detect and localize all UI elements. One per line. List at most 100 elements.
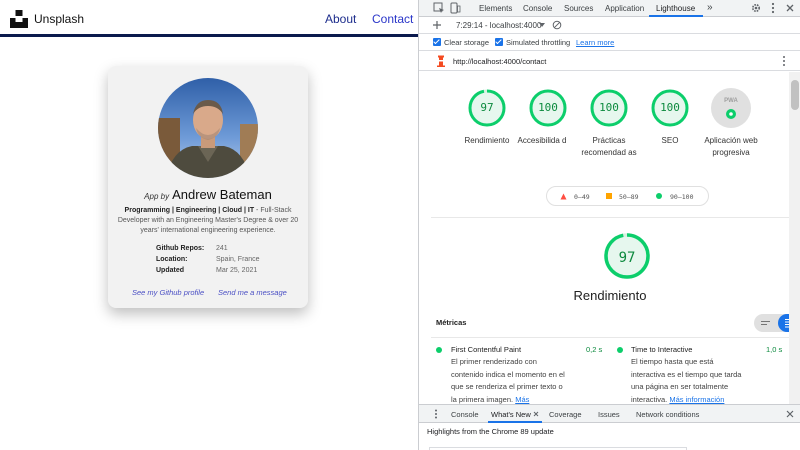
report-scrollbar[interactable] [789, 72, 800, 404]
expanded-view-button[interactable] [778, 314, 789, 332]
report-url-bar: http://localhost:4000/contact [419, 51, 800, 71]
desc-line: que se renderiza el primer texto o [451, 382, 563, 391]
score-value: 97 [480, 101, 494, 114]
lighthouse-toolbar: 7:29:14 - localhost:4000 [419, 17, 800, 34]
desc-line: El tiempo hasta que está [631, 357, 714, 366]
scrollbar-thumb[interactable] [791, 80, 799, 110]
learn-more-link[interactable]: Más [515, 395, 529, 404]
fail-triangle-icon [560, 193, 567, 200]
settings-gear-icon[interactable] [750, 2, 762, 14]
author-line: App by Andrew Bateman [108, 186, 308, 204]
tab-sources[interactable]: Sources [564, 4, 593, 13]
drawer-tabbar: Console What's New Coverage Issues Netwo… [419, 405, 800, 423]
nav-link-about[interactable]: About [325, 12, 356, 26]
average-square-icon [606, 193, 612, 199]
drawer-tab-issues[interactable]: Issues [598, 410, 620, 419]
stat-value: Mar 25, 2021 [216, 267, 258, 274]
nav-link-contact[interactable]: Contact [372, 12, 413, 26]
device-toolbar-icon[interactable] [449, 2, 461, 14]
whats-new-headline: Highlights from the Chrome 89 update [427, 427, 554, 436]
pwa-label: Aplicación web progresiva [704, 136, 758, 157]
desc-line: interactiva es el tiempo que tarda [631, 369, 742, 379]
compact-view-icon[interactable] [760, 319, 771, 327]
app-by-label: App by [144, 192, 170, 201]
score-gauge[interactable]: 100 [528, 88, 568, 128]
lighthouse-report: 97 Rendimiento 100 Accesibilida d 100 Pr… [431, 72, 789, 404]
metrics-view-toggle[interactable] [754, 314, 789, 332]
unsplash-logo-icon[interactable] [10, 10, 28, 28]
close-tab-icon[interactable] [533, 411, 539, 417]
tab-console[interactable]: Console [523, 4, 552, 13]
divider [431, 337, 789, 338]
send-message-link[interactable]: Send me a message [218, 288, 287, 297]
kebab-menu-icon[interactable] [767, 2, 779, 14]
desc-line: interactiva. Más información [631, 394, 786, 405]
throttling-label: Simulated throttling [506, 38, 571, 47]
stats-list: Github Repos: 241 Location: Spain, Franc… [156, 243, 296, 276]
divider [431, 217, 789, 218]
legend-pass-range: 90–100 [670, 193, 694, 201]
bio-headline: Programming | Engineering | Cloud | IT [124, 207, 255, 214]
performance-title: Rendimiento [573, 288, 647, 303]
github-profile-link[interactable]: See my Github profile [132, 288, 204, 297]
learn-more-link[interactable]: Más información [669, 395, 724, 404]
throttling-checkbox[interactable] [495, 38, 503, 46]
report-session-select[interactable]: 7:29:14 - localhost:4000 [456, 21, 541, 30]
performance-score: 97 [618, 250, 636, 266]
score-gauge[interactable]: 97 [467, 88, 507, 128]
legend-fail-range: 0–49 [574, 193, 590, 201]
pwa-badge-text: PWA [724, 98, 738, 104]
report-url[interactable]: http://localhost:4000/contact [453, 57, 546, 66]
author-bio: Programming | Engineering | Cloud | IT -… [116, 206, 300, 236]
learn-more-link[interactable]: Learn more [576, 38, 614, 47]
author-name: Andrew Bateman [172, 187, 272, 202]
score-value: 100 [660, 101, 680, 114]
legend-average-range: 50–89 [619, 193, 639, 201]
lighthouse-options: Clear storage Simulated throttling Learn… [419, 34, 800, 51]
metric-value: 0,2 s [586, 345, 603, 354]
score-value: 100 [599, 101, 619, 114]
score-gauge[interactable]: 100 [589, 88, 629, 128]
desc-line: El primer renderizado con [451, 357, 537, 366]
more-tabs-icon[interactable]: » [707, 2, 713, 13]
drawer-tab-coverage[interactable]: Coverage [549, 410, 582, 419]
drawer-tab-whats-new[interactable]: What's New [491, 410, 531, 419]
desc-text: interactiva. [631, 394, 668, 404]
pass-circle-icon [656, 193, 662, 199]
score-gauge[interactable]: 100 [650, 88, 690, 128]
profile-card: App by Andrew Bateman Programming | Engin… [108, 66, 308, 308]
stat-label: Updated [156, 267, 184, 274]
devtools-tabbar: Elements Console Sources Application Lig… [419, 0, 800, 17]
close-drawer-icon[interactable] [786, 410, 794, 418]
tab-application[interactable]: Application [605, 4, 644, 13]
stat-label: Location: [156, 256, 188, 263]
profile-avatar [158, 78, 258, 178]
pass-dot-icon [617, 347, 623, 353]
clear-storage-label: Clear storage [444, 38, 490, 47]
metric-description: El tiempo hasta que está interactiva es … [631, 356, 786, 404]
drawer-menu-icon[interactable] [433, 409, 439, 419]
inspect-element-icon[interactable] [433, 2, 445, 14]
report-menu-icon[interactable] [780, 55, 788, 67]
active-drawer-tab-indicator [488, 421, 542, 423]
chevron-down-icon[interactable] [538, 21, 546, 29]
drawer-tab-console[interactable]: Console [451, 410, 479, 419]
desc-text: la primera imagen. [451, 394, 514, 404]
pwa-badge-icon[interactable]: PWA [711, 88, 751, 128]
stat-value: Spain, France [216, 256, 260, 263]
tab-elements[interactable]: Elements [479, 4, 512, 13]
brand-name[interactable]: Unsplash [34, 12, 84, 26]
clear-storage-checkbox[interactable] [433, 38, 441, 46]
new-report-plus-icon[interactable] [432, 20, 442, 30]
devtools-panel: Elements Console Sources Application Lig… [418, 0, 800, 450]
drawer-tab-network-conditions[interactable]: Network conditions [636, 410, 699, 419]
tab-lighthouse[interactable]: Lighthouse [656, 4, 695, 13]
metric-value: 1,0 s [766, 345, 783, 354]
desc-line: una página en ser totalmente [631, 382, 729, 391]
close-devtools-icon[interactable] [784, 2, 796, 14]
metric-name: First Contentful Paint [451, 345, 522, 354]
desc-line: contenido indica el momento en el [451, 369, 565, 379]
stat-value: 241 [216, 245, 228, 252]
website-viewport: Unsplash About Contact App by Andrew Bat… [0, 0, 418, 450]
clear-block-icon[interactable] [552, 20, 562, 30]
